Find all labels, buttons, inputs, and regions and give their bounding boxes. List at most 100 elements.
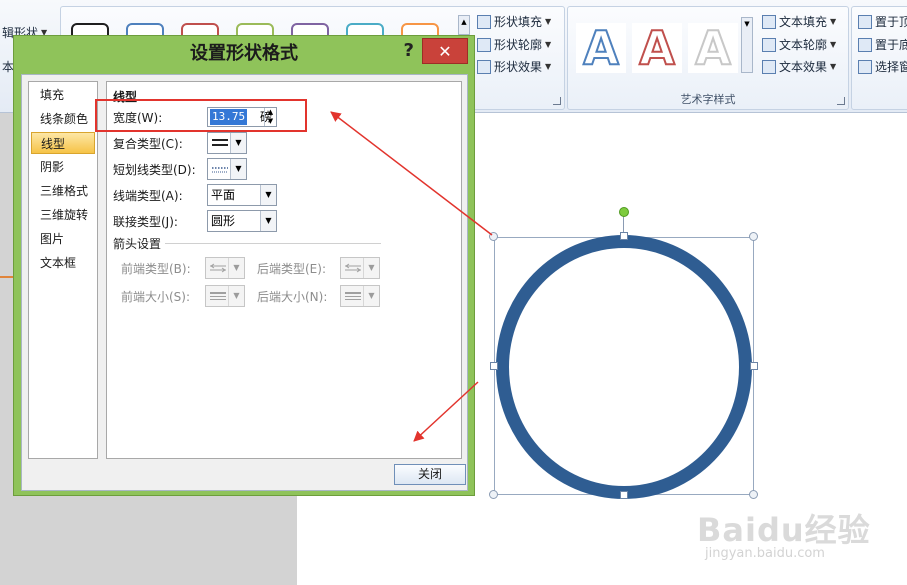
text-effects-label: 文本效果 (779, 60, 828, 74)
text-effects-button[interactable]: 文本效果 ▼ (762, 58, 836, 75)
nav-item-fill[interactable]: 填充 (31, 84, 95, 106)
nav-item-shadow[interactable]: 阴影 (31, 156, 95, 178)
nav-item-line-color[interactable]: 线条颜色 (31, 108, 95, 130)
begin-type-label: 前端类型(B): (121, 262, 191, 276)
chevron-down-icon: ▼ (228, 258, 244, 278)
resize-handle-top[interactable] (620, 232, 628, 240)
join-type-label: 联接类型(J): (113, 215, 178, 229)
close-button[interactable]: 关闭 (394, 464, 466, 485)
cap-type-label: 线端类型(A): (113, 189, 183, 203)
end-type-label: 后端类型(E): (257, 262, 326, 276)
resize-handle-right[interactable] (750, 362, 758, 370)
wordart-style-gray[interactable]: A (688, 22, 738, 74)
nav-item-3d-format[interactable]: 三维格式 (31, 180, 95, 202)
text-outline-label: 文本轮廓 (779, 38, 828, 52)
bring-to-front-button[interactable]: 置于顶 (858, 13, 907, 30)
shape-effects-icon (477, 59, 491, 74)
join-type-dropdown[interactable]: 圆形 ▼ (207, 210, 277, 232)
selection-pane-label: 选择窗 (875, 60, 907, 74)
resize-handle-bottom-right[interactable] (749, 490, 758, 499)
selection-pane-icon (858, 59, 872, 74)
chevron-down-icon: ▼ (230, 159, 246, 179)
chevron-down-icon: ▼ (545, 62, 552, 71)
circle-shape[interactable] (496, 235, 752, 499)
shape-effects-button[interactable]: 形状效果 ▼ (477, 58, 551, 75)
wordart-styles-group: A A A ▼ 文本填充 ▼ 文本轮廓 ▼ 文本效果 ▼ 艺术字样式 (567, 6, 849, 110)
text-effects-icon (762, 59, 776, 74)
chevron-down-icon: ▼ (363, 286, 379, 306)
compound-type-dropdown[interactable]: ▼ (207, 132, 247, 154)
arrow-size-icon (345, 292, 361, 300)
dialog-launcher-icon[interactable] (837, 97, 845, 105)
gallery-scroll-up-icon[interactable]: ▲ (458, 15, 470, 35)
arrow-size-icon (210, 292, 226, 300)
compound-type-label: 复合类型(C): (113, 137, 183, 151)
text-fill-button[interactable]: 文本填充 ▼ (762, 13, 836, 30)
help-icon[interactable]: ? (404, 40, 414, 61)
section-divider (165, 243, 381, 244)
selection-pane-button[interactable]: 选择窗 (858, 58, 907, 75)
text-fill-label: 文本填充 (779, 15, 828, 29)
nav-item-picture[interactable]: 图片 (31, 228, 95, 250)
begin-size-dropdown[interactable]: ▼ (205, 285, 245, 307)
arrange-group: 置于顶 置于底 选择窗 (851, 6, 907, 110)
wordart-style-blue[interactable]: A (576, 22, 626, 74)
resize-handle-left[interactable] (490, 362, 498, 370)
watermark-logo: Baidu经验 (697, 511, 871, 549)
bring-front-icon (858, 14, 872, 29)
dash-lines-icon (212, 167, 228, 173)
compound-lines-icon (212, 139, 228, 146)
text-fill-icon (762, 14, 776, 29)
chevron-down-icon: ▼ (830, 40, 837, 49)
shape-outline-label: 形状轮廓 (494, 38, 543, 52)
shape-fill-button[interactable]: 形状填充 ▼ (477, 13, 551, 30)
text-outline-button[interactable]: 文本轮廓 ▼ (762, 36, 836, 53)
chevron-down-icon: ▼ (545, 40, 552, 49)
rotation-handle[interactable] (619, 207, 629, 217)
bring-front-label: 置于顶 (875, 15, 907, 29)
end-size-dropdown[interactable]: ▼ (340, 285, 380, 307)
shape-outline-button[interactable]: 形状轮廓 ▼ (477, 36, 551, 53)
resize-handle-top-left[interactable] (489, 232, 498, 241)
wordart-gallery-scroll-icon[interactable]: ▼ (741, 17, 753, 73)
annotation-highlight-box (95, 99, 307, 132)
chevron-down-icon: ▼ (363, 258, 379, 278)
dialog-launcher-icon[interactable] (553, 97, 561, 105)
send-back-label: 置于底 (875, 38, 907, 52)
begin-type-dropdown[interactable]: ▼ (205, 257, 245, 279)
wordart-group-label: 艺术字样式 (680, 93, 736, 106)
paint-bucket-icon (477, 14, 491, 29)
chevron-down-icon: ▼ (830, 62, 837, 71)
arrow-type-icon (210, 263, 226, 273)
send-back-icon (858, 37, 872, 52)
line-style-panel: 线型 宽度(W): 13.75 磅 ▲ ▼ 复合类型(C): ▼ 短划线类型(D)… (106, 81, 462, 459)
shape-fill-label: 形状填充 (494, 15, 543, 29)
join-type-value: 圆形 (211, 214, 236, 228)
resize-handle-top-right[interactable] (749, 232, 758, 241)
dialog-close-icon[interactable]: ✕ (422, 38, 468, 64)
pen-outline-icon (477, 37, 491, 52)
chevron-down-icon: ▼ (260, 211, 276, 231)
wordart-style-red[interactable]: A (632, 22, 682, 74)
end-type-dropdown[interactable]: ▼ (340, 257, 380, 279)
cap-type-dropdown[interactable]: 平面 ▼ (207, 184, 277, 206)
chevron-down-icon: ▼ (545, 17, 552, 26)
chevron-down-icon: ▼ (260, 185, 276, 205)
baidu-watermark: Baidu经验 jingyan.baidu.com (697, 505, 902, 567)
arrow-type-icon (345, 263, 361, 273)
thumbnail-indicator (0, 276, 14, 278)
nav-item-text-box[interactable]: 文本框 (31, 252, 95, 274)
resize-handle-bottom-left[interactable] (489, 490, 498, 499)
shape-effects-label: 形状效果 (494, 60, 543, 74)
cap-type-value: 平面 (211, 188, 236, 202)
chevron-down-icon: ▼ (230, 133, 246, 153)
chevron-down-icon: ▼ (830, 17, 837, 26)
begin-size-label: 前端大小(S): (121, 290, 191, 304)
arrow-settings-heading: 箭头设置 (113, 237, 162, 251)
resize-handle-bottom[interactable] (620, 491, 628, 499)
send-to-back-button[interactable]: 置于底 (858, 36, 907, 53)
nav-item-line-style[interactable]: 线型 (31, 132, 95, 154)
watermark-url: jingyan.baidu.com (705, 546, 825, 561)
dash-type-dropdown[interactable]: ▼ (207, 158, 247, 180)
nav-item-3d-rotation[interactable]: 三维旋转 (31, 204, 95, 226)
